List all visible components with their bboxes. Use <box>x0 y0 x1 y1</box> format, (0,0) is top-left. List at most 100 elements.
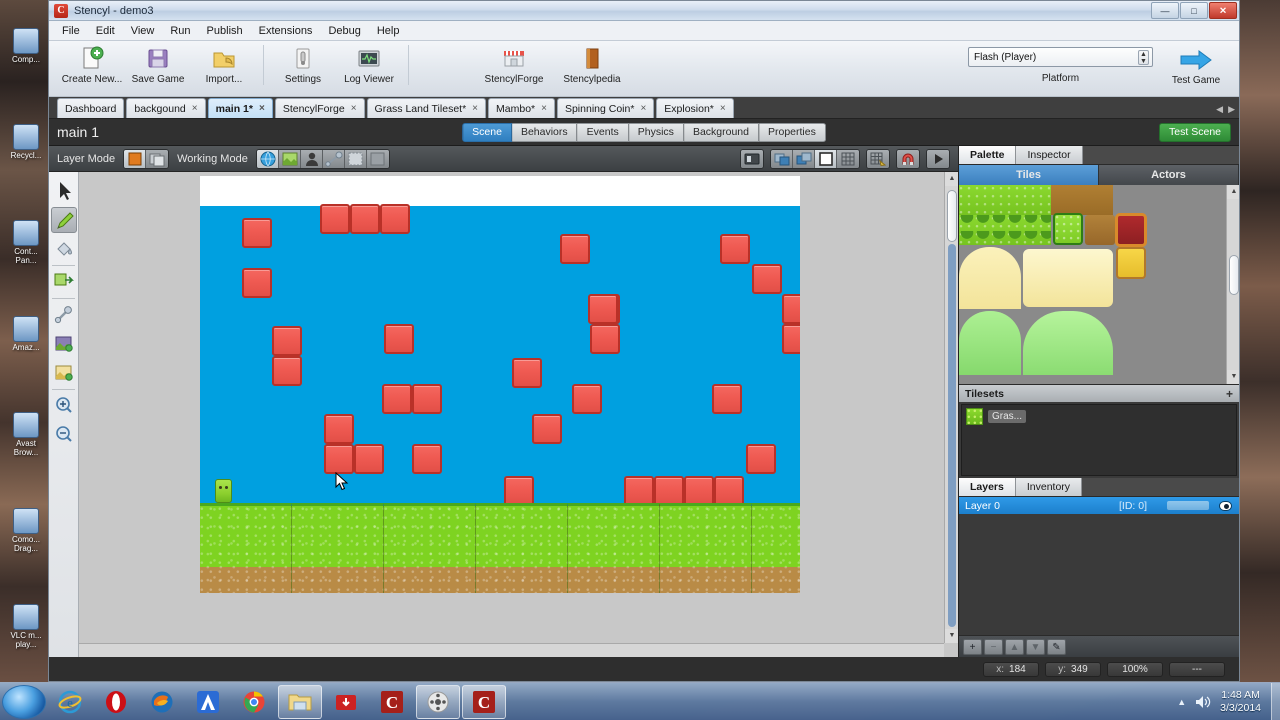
tab-inventory[interactable]: Inventory <box>1015 478 1083 496</box>
green-dome-tile[interactable] <box>959 311 1021 375</box>
subtab-tiles[interactable]: Tiles <box>959 165 1099 185</box>
menu-extensions[interactable]: Extensions <box>252 23 320 39</box>
tiles-scroll-down-arrow[interactable]: ▼ <box>1227 370 1239 384</box>
grass-tile[interactable] <box>476 503 568 593</box>
tab-close-icon[interactable]: × <box>259 103 265 114</box>
tab-main-1[interactable]: main 1* × <box>207 98 273 118</box>
grass-tile[interactable] <box>200 503 292 593</box>
firefox-icon[interactable] <box>140 685 184 719</box>
minimize-button[interactable]: — <box>1151 2 1179 19</box>
scene-block[interactable] <box>714 476 744 506</box>
pointer-tool[interactable] <box>51 178 77 204</box>
close-button[interactable]: ✕ <box>1209 2 1237 19</box>
grass-tile[interactable] <box>384 503 476 593</box>
volume-icon[interactable] <box>1194 694 1212 710</box>
scroll-down-arrow[interactable]: ▼ <box>945 629 958 643</box>
tab-close-icon[interactable]: × <box>351 103 357 114</box>
scene-block[interactable] <box>624 476 654 506</box>
tab-next-icon[interactable]: ▶ <box>1228 104 1235 115</box>
vertical-scroll-thumb[interactable] <box>947 190 957 242</box>
dirt-block-tile[interactable] <box>1051 185 1113 215</box>
scene-block[interactable] <box>560 234 590 264</box>
scene-block[interactable] <box>588 294 618 324</box>
tab-prev-icon[interactable]: ◀ <box>1216 104 1223 115</box>
chrome-icon[interactable] <box>232 685 276 719</box>
green-dome-large-tile[interactable] <box>1023 311 1113 375</box>
stencylpedia-button[interactable]: Stencylpedia <box>553 45 631 85</box>
box-icon[interactable] <box>815 149 837 168</box>
tiles-scroll-up-arrow[interactable]: ▲ <box>1227 185 1239 199</box>
scene-block[interactable] <box>380 204 410 234</box>
scene-block[interactable] <box>324 414 354 444</box>
layers-list-body[interactable] <box>959 514 1239 635</box>
scene-block[interactable] <box>504 476 534 506</box>
add-tileset-button[interactable]: + <box>1226 387 1233 401</box>
scene-block[interactable] <box>412 444 442 474</box>
menu-publish[interactable]: Publish <box>200 23 250 39</box>
start-button[interactable] <box>2 684 46 719</box>
control-panel-icon[interactable]: Cont... Pan... <box>6 220 46 265</box>
menu-help[interactable]: Help <box>370 23 407 39</box>
tab-close-icon[interactable]: × <box>541 103 547 114</box>
scene-block[interactable] <box>242 268 272 298</box>
tab-background[interactable]: Background <box>683 122 759 142</box>
joint-icon[interactable] <box>322 149 345 168</box>
player-actor[interactable] <box>215 479 232 503</box>
scene-block[interactable] <box>324 444 354 474</box>
scene-block[interactable] <box>272 356 302 386</box>
stencylforge-button[interactable]: StencylForge <box>475 45 553 85</box>
avast-icon[interactable] <box>186 685 230 719</box>
create-new-button[interactable]: Create New... <box>59 45 125 85</box>
tab-scene[interactable]: Scene <box>462 122 512 142</box>
tab-dashboard[interactable]: Dashboard <box>57 98 125 118</box>
add-layer-button[interactable]: + <box>963 638 982 655</box>
scene-block[interactable] <box>590 324 620 354</box>
scene-canvas-wrap[interactable]: ▲ ▼ <box>79 172 958 657</box>
scene-block[interactable] <box>272 326 302 356</box>
grass-tile[interactable] <box>568 503 660 593</box>
show-desktop-button[interactable] <box>1271 682 1280 720</box>
tileset-item[interactable]: Gras... <box>962 405 1236 428</box>
yellow-plate-tile[interactable] <box>1023 249 1113 307</box>
menu-debug[interactable]: Debug <box>321 23 367 39</box>
comodo-dragon-icon[interactable]: Como... Drag... <box>6 508 46 553</box>
chevron-updown-icon[interactable]: ▲ ▼ <box>1138 50 1149 65</box>
layer-stack-icon[interactable] <box>146 149 169 168</box>
zoom-in-tool[interactable] <box>51 393 77 419</box>
tile-grid[interactable]: ▲ ▼ <box>959 185 1239 385</box>
tab-grass-land-tileset[interactable]: Grass Land Tileset* × <box>366 98 487 118</box>
tile-grid-scrollbar[interactable]: ▲ ▼ <box>1226 185 1239 384</box>
red-block-tile[interactable] <box>1115 213 1147 247</box>
stencyl-window-icon[interactable]: C <box>462 684 506 719</box>
play-icon[interactable] <box>927 149 949 168</box>
menu-view[interactable]: View <box>124 23 162 39</box>
scene-block[interactable] <box>782 324 800 354</box>
scene-block[interactable] <box>412 384 442 414</box>
move-layer-up-button[interactable]: ▲ <box>1005 638 1024 655</box>
grid-icon[interactable] <box>837 149 859 168</box>
tab-behaviors[interactable]: Behaviors <box>511 122 578 142</box>
subtab-actors[interactable]: Actors <box>1099 165 1239 185</box>
bucket-fill-tool[interactable] <box>51 236 77 262</box>
recycle-bin-icon[interactable]: Recycl... <box>6 124 46 160</box>
scene-block[interactable] <box>382 384 412 414</box>
grass-tile[interactable] <box>292 503 384 593</box>
log-viewer-button[interactable]: Log Viewer <box>336 45 402 85</box>
layer-back-icon[interactable] <box>771 149 793 168</box>
scene-block[interactable] <box>654 476 684 506</box>
taskbar-clock[interactable]: 1:48 AM 3/3/2014 <box>1220 689 1261 715</box>
menu-run[interactable]: Run <box>163 23 197 39</box>
menu-file[interactable]: File <box>55 23 87 39</box>
tab-close-icon[interactable]: × <box>640 103 646 114</box>
tab-close-icon[interactable]: × <box>192 103 198 114</box>
terrain-icon[interactable] <box>278 149 301 168</box>
scene-block[interactable] <box>684 476 714 506</box>
internet-explorer-icon[interactable]: e <box>48 685 92 719</box>
settings-button[interactable]: Settings <box>270 45 336 85</box>
scene-block[interactable] <box>572 384 602 414</box>
tab-close-icon[interactable]: × <box>472 103 478 114</box>
ytd-downloader-icon[interactable] <box>324 685 368 719</box>
tab-backgound[interactable]: backgound × <box>126 98 206 118</box>
scene-block[interactable] <box>752 264 782 294</box>
avast-browser-icon[interactable]: Avast Brow... <box>6 412 46 457</box>
